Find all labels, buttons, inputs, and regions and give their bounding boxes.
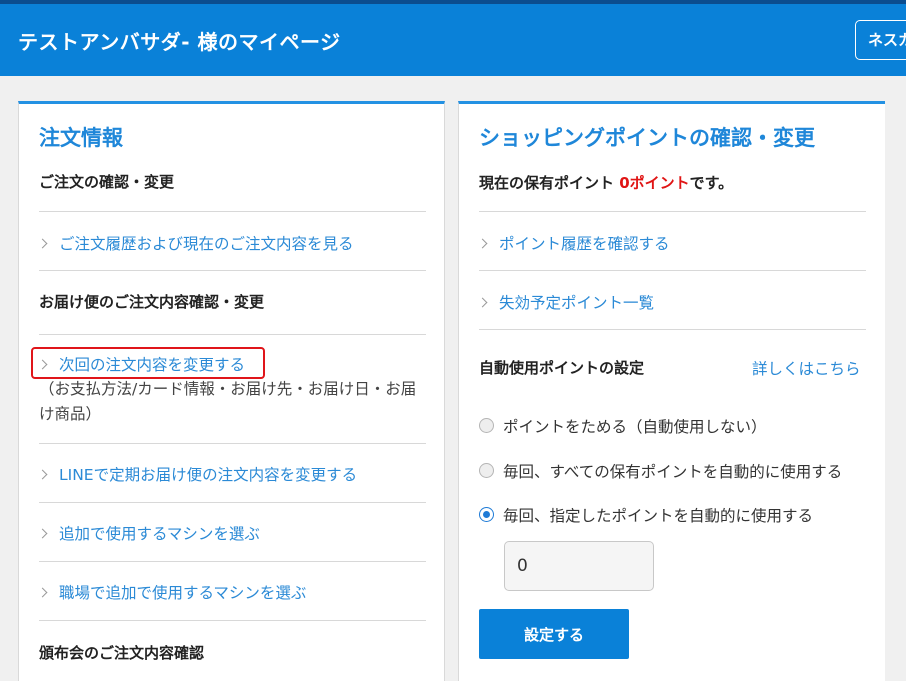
set-button[interactable]: 設定する xyxy=(479,609,629,659)
points-value: 0ポイント xyxy=(619,174,690,192)
page-header: テストアンバサダ- 様のマイページ ネスカ xyxy=(0,4,906,76)
chevron-right-icon xyxy=(37,528,48,539)
divider xyxy=(479,270,866,271)
delivery-order-heading: お届け便のご注文内容確認・変更 xyxy=(39,293,265,311)
divider xyxy=(39,270,426,271)
add-machine-link[interactable]: 追加で使用するマシンを選ぶ xyxy=(37,522,260,544)
chevron-right-icon xyxy=(37,587,48,598)
order-check-heading: ご注文の確認・変更 xyxy=(39,173,175,191)
current-points: 現在の保有ポイント 0ポイントです。 xyxy=(479,174,734,192)
change-next-order-note: （お支払方法/カード情報・お届け先・お届け日・お届け商品） xyxy=(39,380,417,423)
workplace-machine-link[interactable]: 職場で追加で使用するマシンを選ぶ xyxy=(37,581,306,603)
expiring-points-link[interactable]: 失効予定ポイント一覧 xyxy=(477,291,654,313)
point-history-link[interactable]: ポイント履歴を確認する xyxy=(477,232,670,254)
points-amount-input[interactable] xyxy=(504,541,654,591)
details-link[interactable]: 詳しくはこちら xyxy=(752,357,861,379)
auto-points-heading: 自動使用ポイントの設定 xyxy=(479,359,645,377)
order-history-link[interactable]: ご注文履歴および現在のご注文内容を見る xyxy=(37,232,354,254)
line-order-change-link[interactable]: LINEで定期お届け便の注文内容を変更する xyxy=(37,463,357,485)
order-panel-title: 注文情報 xyxy=(39,126,123,150)
chevron-right-icon xyxy=(37,238,48,249)
radio-use-specified-points[interactable]: 毎回、指定したポイントを自動的に使用する xyxy=(479,504,813,526)
chevron-right-icon xyxy=(477,238,488,249)
chevron-right-icon xyxy=(37,359,48,370)
divider xyxy=(39,334,426,335)
divider xyxy=(39,211,426,212)
points-panel-title: ショッピングポイントの確認・変更 xyxy=(479,126,815,150)
chevron-right-icon xyxy=(37,469,48,480)
radio-button[interactable] xyxy=(479,463,494,478)
divider xyxy=(39,620,426,621)
radio-save-points[interactable]: ポイントをためる（自動使用しない） xyxy=(479,415,767,437)
radio-button-selected[interactable] xyxy=(479,507,494,522)
divider xyxy=(39,443,426,444)
next-button[interactable]: ネスカ xyxy=(855,20,906,60)
divider xyxy=(39,561,426,562)
radio-button[interactable] xyxy=(479,418,494,433)
shopping-points-panel: ショッピングポイントの確認・変更 現在の保有ポイント 0ポイントです。 ポイント… xyxy=(458,101,885,681)
page-title: テストアンバサダ- 様のマイページ xyxy=(18,30,341,54)
change-next-order-link[interactable]: 次回の注文内容を変更する xyxy=(37,353,245,375)
subscription-order-heading: 頒布会のご注文内容確認 xyxy=(39,644,205,662)
order-info-panel: 注文情報 ご注文の確認・変更 ご注文履歴および現在のご注文内容を見る お届け便の… xyxy=(18,101,445,681)
divider xyxy=(39,502,426,503)
chevron-right-icon xyxy=(477,297,488,308)
divider xyxy=(479,211,866,212)
radio-use-all-points[interactable]: 毎回、すべての保有ポイントを自動的に使用する xyxy=(479,460,842,482)
divider xyxy=(479,329,866,330)
